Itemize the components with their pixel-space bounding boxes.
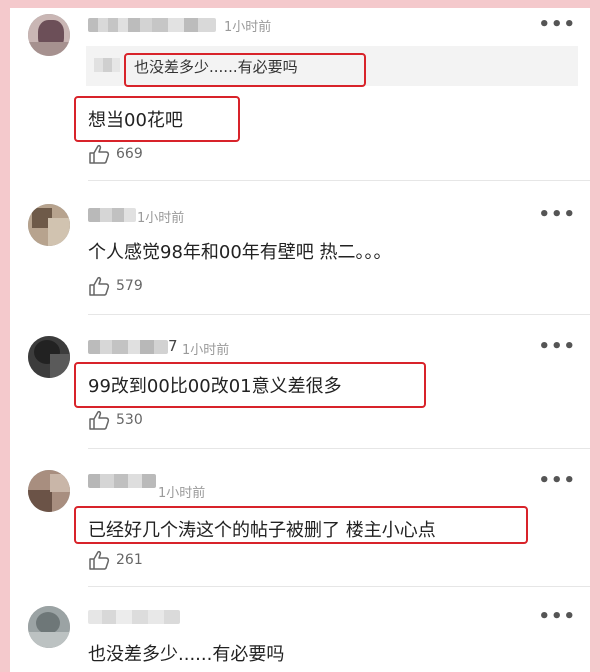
like-count: 579 [116, 278, 143, 294]
like-button[interactable]: 669 [88, 144, 143, 164]
more-icon[interactable]: ••• [538, 606, 576, 627]
highlight-box [74, 506, 528, 544]
avatar[interactable] [28, 336, 70, 378]
like-count: 530 [116, 412, 143, 428]
comment-list: 1小时前 ••• 也没差多少......有必要吗 想当00花吧 669 1小时前… [10, 8, 590, 672]
more-icon[interactable]: ••• [538, 336, 576, 357]
thumbs-up-icon [89, 551, 110, 570]
divider [88, 448, 590, 449]
avatar[interactable] [28, 204, 70, 246]
more-icon[interactable]: ••• [538, 14, 576, 35]
thumbs-up-icon [89, 145, 110, 164]
highlight-box [124, 53, 366, 87]
highlight-box [74, 96, 240, 142]
username-blurred[interactable] [88, 208, 136, 222]
like-button[interactable]: 579 [88, 276, 143, 296]
comment-time: 1小时前 [224, 20, 272, 35]
comment-time: 1小时前 [182, 343, 230, 358]
username-blurred[interactable] [88, 18, 216, 32]
comment-text: 也没差多少......有必要吗 [88, 644, 285, 665]
username-glyph: 7 [168, 337, 178, 355]
username-blurred[interactable] [88, 610, 180, 624]
highlight-box [74, 362, 426, 408]
more-icon[interactable]: ••• [538, 204, 576, 225]
divider [88, 314, 590, 315]
thumbs-up-icon [89, 411, 110, 430]
comment-time: 1小时前 [137, 211, 185, 226]
comment-text: 个人感觉98年和00年有壁吧 热二。。。 [88, 242, 392, 263]
avatar[interactable] [28, 14, 70, 56]
username-blurred[interactable] [88, 340, 168, 354]
username-blurred[interactable] [88, 474, 156, 488]
like-count: 261 [116, 552, 143, 568]
quoted-user-blurred [94, 58, 120, 72]
divider [88, 586, 590, 587]
avatar[interactable] [28, 470, 70, 512]
avatar[interactable] [28, 606, 70, 648]
more-icon[interactable]: ••• [538, 470, 576, 491]
like-button[interactable]: 261 [88, 550, 143, 570]
like-count: 669 [116, 146, 143, 162]
like-button[interactable]: 530 [88, 410, 143, 430]
divider [88, 180, 590, 181]
comment-time: 1小时前 [158, 486, 206, 501]
thumbs-up-icon [89, 277, 110, 296]
